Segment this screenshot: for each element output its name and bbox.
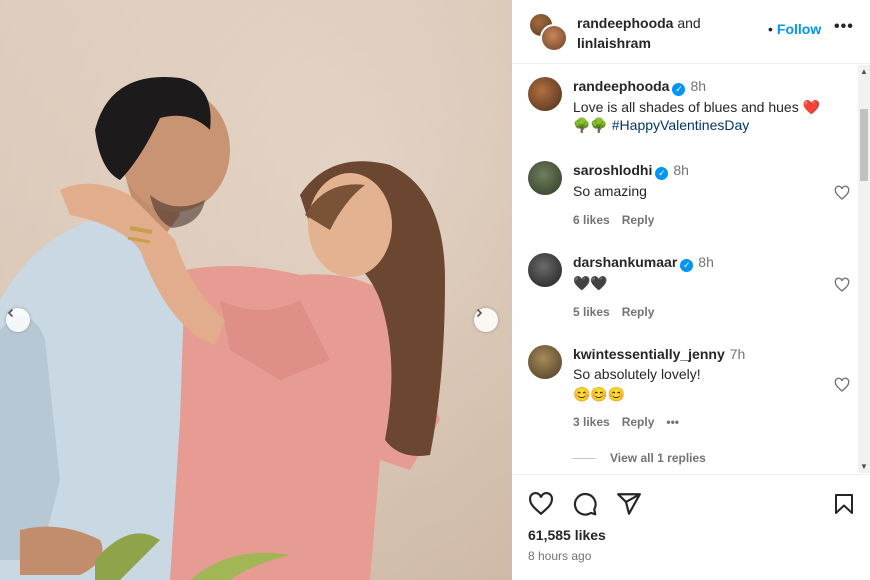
bookmark-icon[interactable] <box>832 491 856 517</box>
comment-text: So absolutely lovely! <box>573 366 701 382</box>
post-time-ago: 8 hours ago <box>528 549 592 563</box>
post-side-panel: randeephooda and linlaishram • Follow •••… <box>512 0 870 580</box>
comment-body: kwintessentially_jenny 7h So absolutely l… <box>573 345 833 403</box>
scroll-up-arrow-icon[interactable]: ▲ <box>860 67 868 76</box>
verified-icon: ✓ <box>680 259 694 272</box>
caption-text: Love is all shades of blues and hues ❤️ <box>573 99 821 115</box>
heart-icon[interactable] <box>834 277 850 293</box>
comment-item: darshankumaar ✓ 8h 🖤🖤 5 likes Reply <box>528 253 850 323</box>
heart-icon[interactable] <box>834 377 850 393</box>
comment-time: 8h <box>698 254 714 270</box>
follow-button[interactable]: • Follow <box>768 21 821 37</box>
comment-body: darshankumaar ✓ 8h 🖤🖤 <box>573 253 833 292</box>
author-username[interactable]: randeephooda <box>577 15 673 31</box>
comment-meta: 5 likes Reply <box>573 305 666 319</box>
comment-username[interactable]: darshankumaar <box>573 254 677 270</box>
avatar[interactable] <box>528 77 562 111</box>
comment-meta: 6 likes Reply <box>573 213 666 227</box>
avatar[interactable] <box>528 253 562 287</box>
comment-time: 8h <box>673 162 689 178</box>
more-options-button[interactable]: ••• <box>834 18 854 36</box>
comment-time: 7h <box>729 346 746 362</box>
comment-username[interactable]: saroshlodhi <box>573 162 652 178</box>
avatar[interactable] <box>528 161 562 195</box>
comment-text: So amazing <box>573 183 647 199</box>
reply-button[interactable]: Reply <box>622 305 655 319</box>
comment-text: 🖤🖤 <box>573 275 608 291</box>
comment-icon[interactable] <box>572 491 598 517</box>
comment-meta: 3 likes Reply ••• <box>573 415 691 429</box>
post-header: randeephooda and linlaishram • Follow ••• <box>512 0 870 64</box>
view-replies-label: View all 1 replies <box>610 451 706 465</box>
and-text: and <box>677 15 701 31</box>
chevron-left-icon <box>7 308 14 318</box>
caption-username[interactable]: randeephooda <box>573 78 669 94</box>
author-names: randeephooda and linlaishram <box>577 13 701 53</box>
verified-icon: ✓ <box>655 167 669 180</box>
comment-likes[interactable]: 5 likes <box>573 305 610 319</box>
caption-time: 8h <box>690 78 707 94</box>
comment-body: saroshlodhi ✓ 8h So amazing <box>573 161 833 200</box>
view-replies-button[interactable]: View all 1 replies <box>572 451 706 465</box>
comment-more-button[interactable]: ••• <box>666 415 679 429</box>
verified-icon: ✓ <box>672 83 686 96</box>
avatar <box>540 24 568 52</box>
previous-photo-button[interactable] <box>6 308 30 332</box>
comments-list[interactable]: randeephooda ✓ 8h Love is all shades of bl… <box>512 65 870 473</box>
coauthor-username[interactable]: linlaishram <box>577 35 651 51</box>
comment-emojis: 😊😊😊 <box>573 386 626 402</box>
hashtag-link[interactable]: #HappyValentinesDay <box>612 117 750 133</box>
likes-count[interactable]: 61,585 likes <box>528 527 606 543</box>
scroll-down-arrow-icon[interactable]: ▼ <box>860 462 868 471</box>
post-actions: 61,585 likes 8 hours ago <box>512 474 870 580</box>
share-icon[interactable] <box>616 491 642 517</box>
replies-divider <box>572 458 596 460</box>
chevron-right-icon <box>476 308 483 318</box>
follow-separator: • <box>768 21 773 37</box>
collab-avatars[interactable] <box>528 12 568 52</box>
comment-item: saroshlodhi ✓ 8h So amazing 6 likes Reply <box>528 161 850 231</box>
comment-item: kwintessentially_jenny 7h So absolutely l… <box>528 345 850 435</box>
next-photo-button[interactable] <box>474 308 498 332</box>
comments-scrollbar[interactable]: ▲ ▼ <box>858 65 870 473</box>
caption: randeephooda ✓ 8h Love is all shades of bl… <box>528 77 848 147</box>
comment-username[interactable]: kwintessentially_jenny <box>573 346 725 362</box>
couple-photo-illustration <box>0 0 512 580</box>
scrollbar-thumb[interactable] <box>860 109 868 181</box>
caption-emojis: 🌳🌳 <box>573 117 608 133</box>
follow-label: Follow <box>776 21 822 37</box>
avatar[interactable] <box>528 345 562 379</box>
comment-likes[interactable]: 6 likes <box>573 213 610 227</box>
reply-button[interactable]: Reply <box>622 213 655 227</box>
heart-icon[interactable] <box>528 491 554 517</box>
post-photo <box>0 0 512 580</box>
comment-likes[interactable]: 3 likes <box>573 415 610 429</box>
reply-button[interactable]: Reply <box>622 415 655 429</box>
heart-icon[interactable] <box>834 185 850 201</box>
caption-body: randeephooda ✓ 8h Love is all shades of bl… <box>573 77 833 134</box>
